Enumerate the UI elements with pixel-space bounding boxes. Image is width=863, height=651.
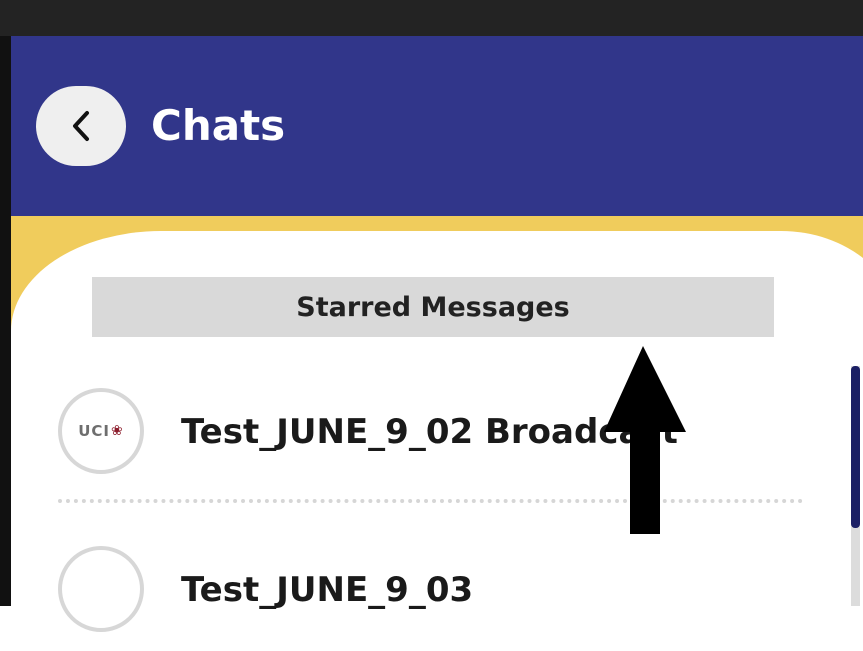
status-bar xyxy=(0,0,863,36)
chat-list-item[interactable]: UCI ❀ Test_JUNE_9_02 Broadcast xyxy=(58,388,838,488)
page-title: Chats xyxy=(151,101,286,150)
back-button[interactable] xyxy=(36,86,126,166)
chat-name: Test_JUNE_9_03 xyxy=(181,570,474,610)
scrollbar-thumb[interactable] xyxy=(851,366,860,528)
uci-logo: UCI ❀ xyxy=(78,422,124,440)
avatar xyxy=(58,546,144,632)
logo-text: UCI xyxy=(78,422,111,440)
avatar: UCI ❀ xyxy=(58,388,144,474)
annotation-arrow-icon xyxy=(604,346,686,534)
chat-list-item[interactable]: Test_JUNE_9_03 xyxy=(58,546,838,646)
app-header: Chats xyxy=(11,36,863,216)
starred-messages-button[interactable]: Starred Messages xyxy=(92,277,774,337)
chevron-left-icon xyxy=(73,111,89,141)
list-divider xyxy=(58,499,803,503)
paw-icon: ❀ xyxy=(111,423,124,439)
window-edge xyxy=(0,36,11,606)
